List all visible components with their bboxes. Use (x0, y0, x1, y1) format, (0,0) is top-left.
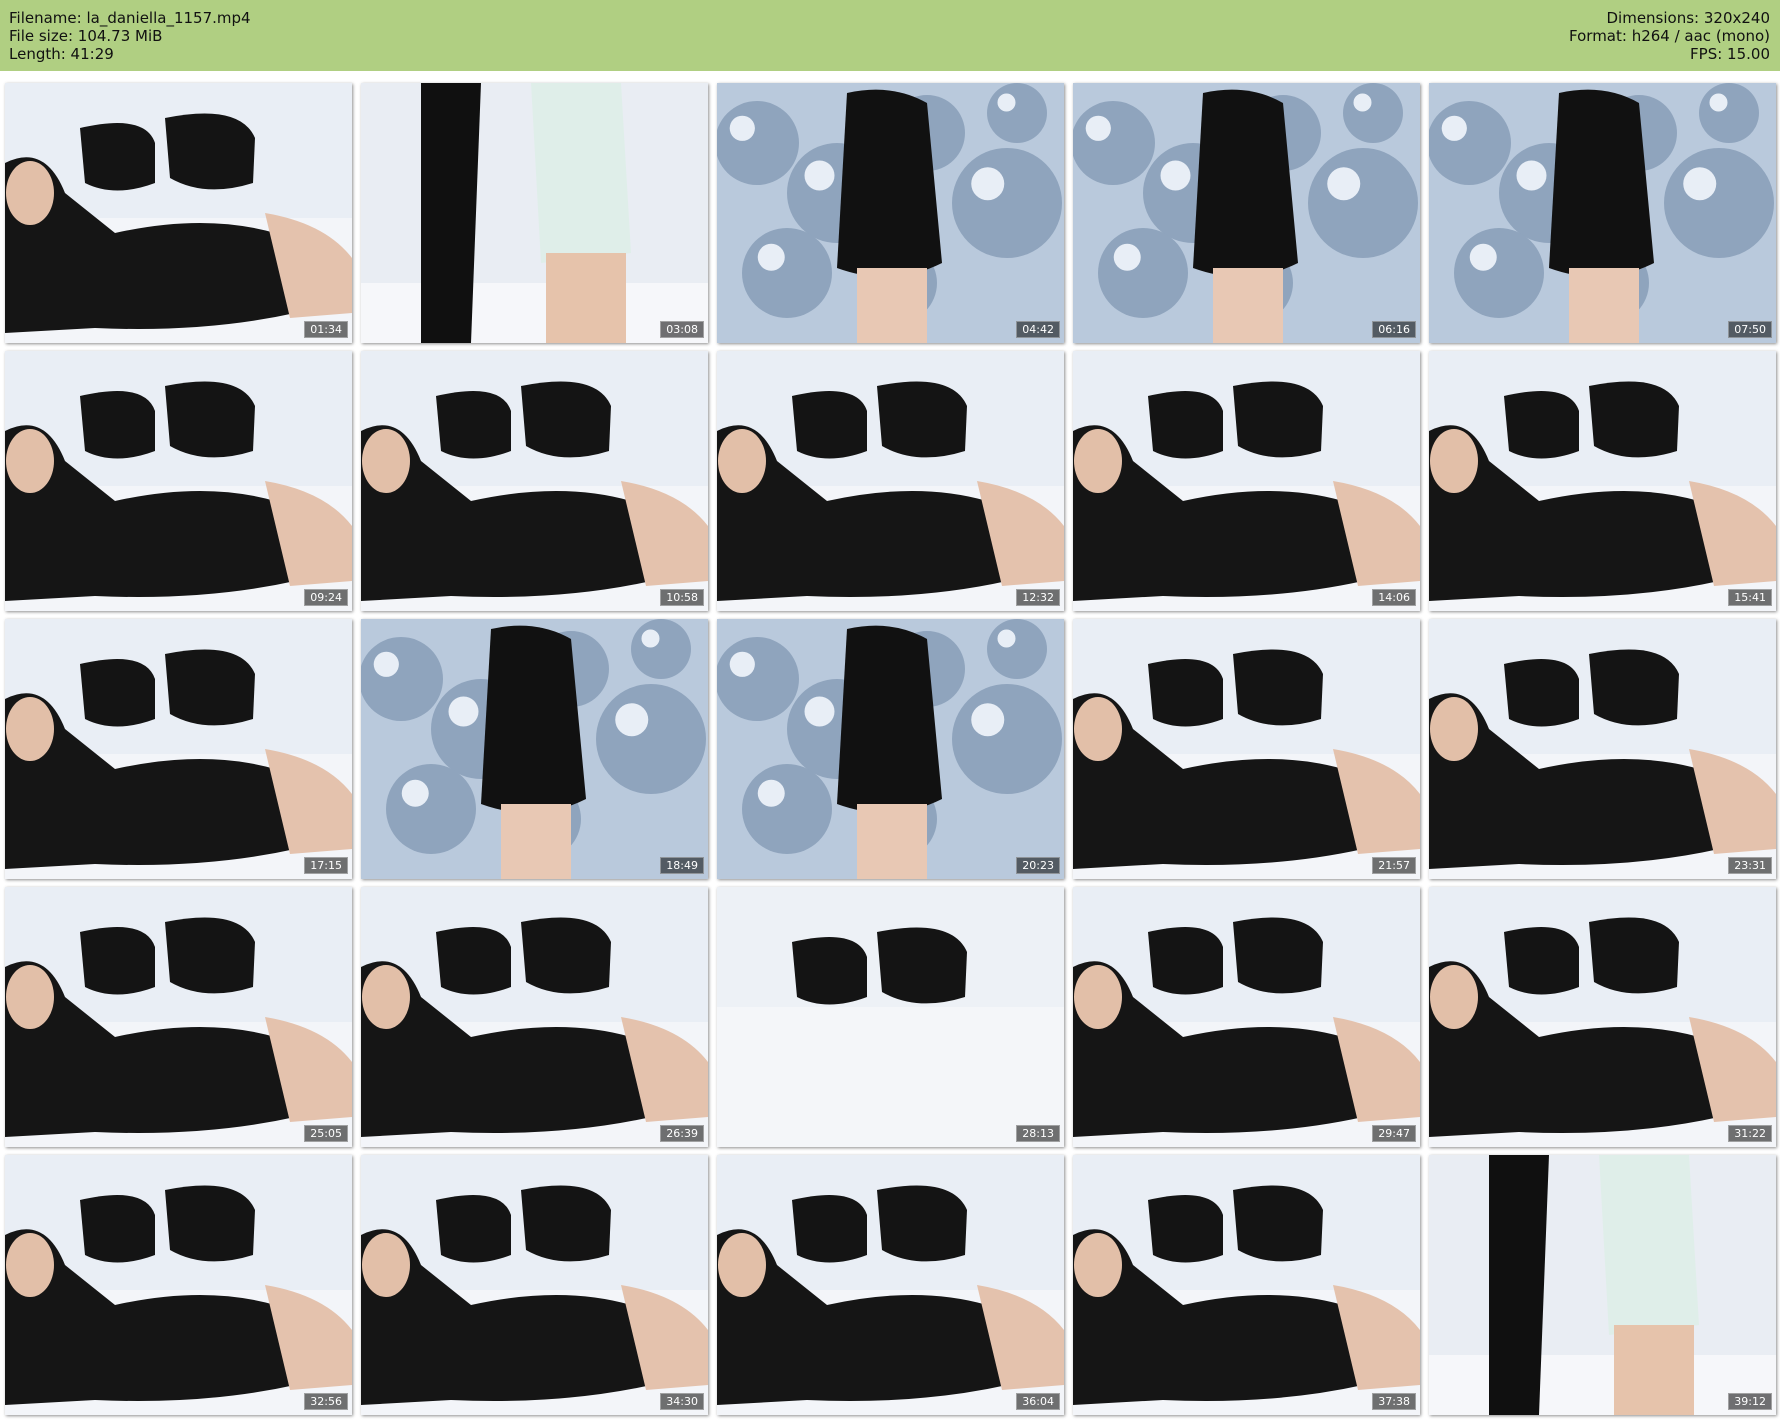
thumbnail-frame[interactable]: 15:41 (1429, 351, 1776, 611)
thumbnail-image (5, 83, 352, 343)
thumbnail-image (361, 83, 708, 343)
thumbnail-image (1429, 83, 1776, 343)
thumbnail-image (717, 351, 1064, 611)
thumbnail-image (5, 619, 352, 879)
thumbnail-image (5, 1155, 352, 1415)
thumbnail-frame[interactable]: 17:15 (5, 619, 352, 879)
file-info: Filename: la_daniella_1157.mp4 File size… (9, 9, 251, 63)
thumbnail-frame[interactable]: 28:13 (717, 887, 1064, 1147)
thumbnail-image (717, 887, 1064, 1147)
thumbnail-image (1429, 619, 1776, 879)
stream-info: Dimensions: 320x240 Format: h264 / aac (… (1569, 9, 1770, 63)
thumbnail-image (1429, 1155, 1776, 1415)
fps-text: FPS: 15.00 (1690, 45, 1770, 63)
thumbnail-frame[interactable]: 06:16 (1073, 83, 1420, 343)
thumbnail-image (1073, 619, 1420, 879)
filename-text: Filename: la_daniella_1157.mp4 (9, 9, 251, 27)
timestamp-label: 20:23 (1016, 857, 1060, 874)
thumbnail-frame[interactable]: 39:12 (1429, 1155, 1776, 1415)
thumbnail-frame[interactable]: 03:08 (361, 83, 708, 343)
thumbnail-image (1073, 351, 1420, 611)
timestamp-label: 28:13 (1016, 1125, 1060, 1142)
thumbnail-image (361, 351, 708, 611)
thumbnail-frame[interactable]: 10:58 (361, 351, 708, 611)
thumbnail-image (717, 83, 1064, 343)
thumbnail-frame[interactable]: 32:56 (5, 1155, 352, 1415)
thumbnail-frame[interactable]: 18:49 (361, 619, 708, 879)
timestamp-label: 04:42 (1016, 321, 1060, 338)
thumbnail-frame[interactable]: 01:34 (5, 83, 352, 343)
thumbnail-frame[interactable]: 31:22 (1429, 887, 1776, 1147)
thumbnail-frame[interactable]: 37:38 (1073, 1155, 1420, 1415)
thumbnail-image (5, 887, 352, 1147)
format-text: Format: h264 / aac (mono) (1569, 27, 1770, 45)
thumbnail-image (1073, 1155, 1420, 1415)
timestamp-label: 39:12 (1728, 1393, 1772, 1410)
thumbnail-frame[interactable]: 25:05 (5, 887, 352, 1147)
timestamp-label: 12:32 (1016, 589, 1060, 606)
timestamp-label: 26:39 (660, 1125, 704, 1142)
info-header: Filename: la_daniella_1157.mp4 File size… (0, 0, 1780, 71)
timestamp-label: 15:41 (1728, 589, 1772, 606)
thumbnail-frame[interactable]: 20:23 (717, 619, 1064, 879)
timestamp-label: 01:34 (304, 321, 348, 338)
timestamp-label: 21:57 (1372, 857, 1416, 874)
timestamp-label: 10:58 (660, 589, 704, 606)
timestamp-label: 29:47 (1372, 1125, 1416, 1142)
thumbnail-frame[interactable]: 07:50 (1429, 83, 1776, 343)
timestamp-label: 23:31 (1728, 857, 1772, 874)
thumbnail-frame[interactable]: 04:42 (717, 83, 1064, 343)
thumbnail-image (1073, 887, 1420, 1147)
timestamp-label: 18:49 (660, 857, 704, 874)
thumbnail-frame[interactable]: 14:06 (1073, 351, 1420, 611)
timestamp-label: 36:04 (1016, 1393, 1060, 1410)
thumbnail-image (1429, 351, 1776, 611)
dimensions-text: Dimensions: 320x240 (1606, 9, 1770, 27)
thumbnail-image (5, 351, 352, 611)
timestamp-label: 09:24 (304, 589, 348, 606)
thumbnail-image (717, 619, 1064, 879)
timestamp-label: 14:06 (1372, 589, 1416, 606)
timestamp-label: 32:56 (304, 1393, 348, 1410)
thumbnail-image (1073, 83, 1420, 343)
timestamp-label: 34:30 (660, 1393, 704, 1410)
thumbnail-frame[interactable]: 34:30 (361, 1155, 708, 1415)
thumbnail-image (361, 619, 708, 879)
thumbnail-frame[interactable]: 12:32 (717, 351, 1064, 611)
thumbnail-image (361, 887, 708, 1147)
thumbnail-frame[interactable]: 21:57 (1073, 619, 1420, 879)
timestamp-label: 06:16 (1372, 321, 1416, 338)
thumbnail-grid: 01:34 03:08 04:42 06:16 07:50 09:24 10:58 12:32… (5, 83, 1776, 1417)
timestamp-label: 17:15 (304, 857, 348, 874)
thumbnail-frame[interactable]: 09:24 (5, 351, 352, 611)
thumbnail-frame[interactable]: 23:31 (1429, 619, 1776, 879)
timestamp-label: 25:05 (304, 1125, 348, 1142)
thumbnail-frame[interactable]: 26:39 (361, 887, 708, 1147)
thumbnail-frame[interactable]: 29:47 (1073, 887, 1420, 1147)
timestamp-label: 31:22 (1728, 1125, 1772, 1142)
thumbnail-image (1429, 887, 1776, 1147)
thumbnail-image (717, 1155, 1064, 1415)
timestamp-label: 37:38 (1372, 1393, 1416, 1410)
timestamp-label: 03:08 (660, 321, 704, 338)
thumbnail-image (361, 1155, 708, 1415)
timestamp-label: 07:50 (1728, 321, 1772, 338)
length-text: Length: 41:29 (9, 45, 114, 63)
filesize-text: File size: 104.73 MiB (9, 27, 163, 45)
thumbnail-frame[interactable]: 36:04 (717, 1155, 1064, 1415)
